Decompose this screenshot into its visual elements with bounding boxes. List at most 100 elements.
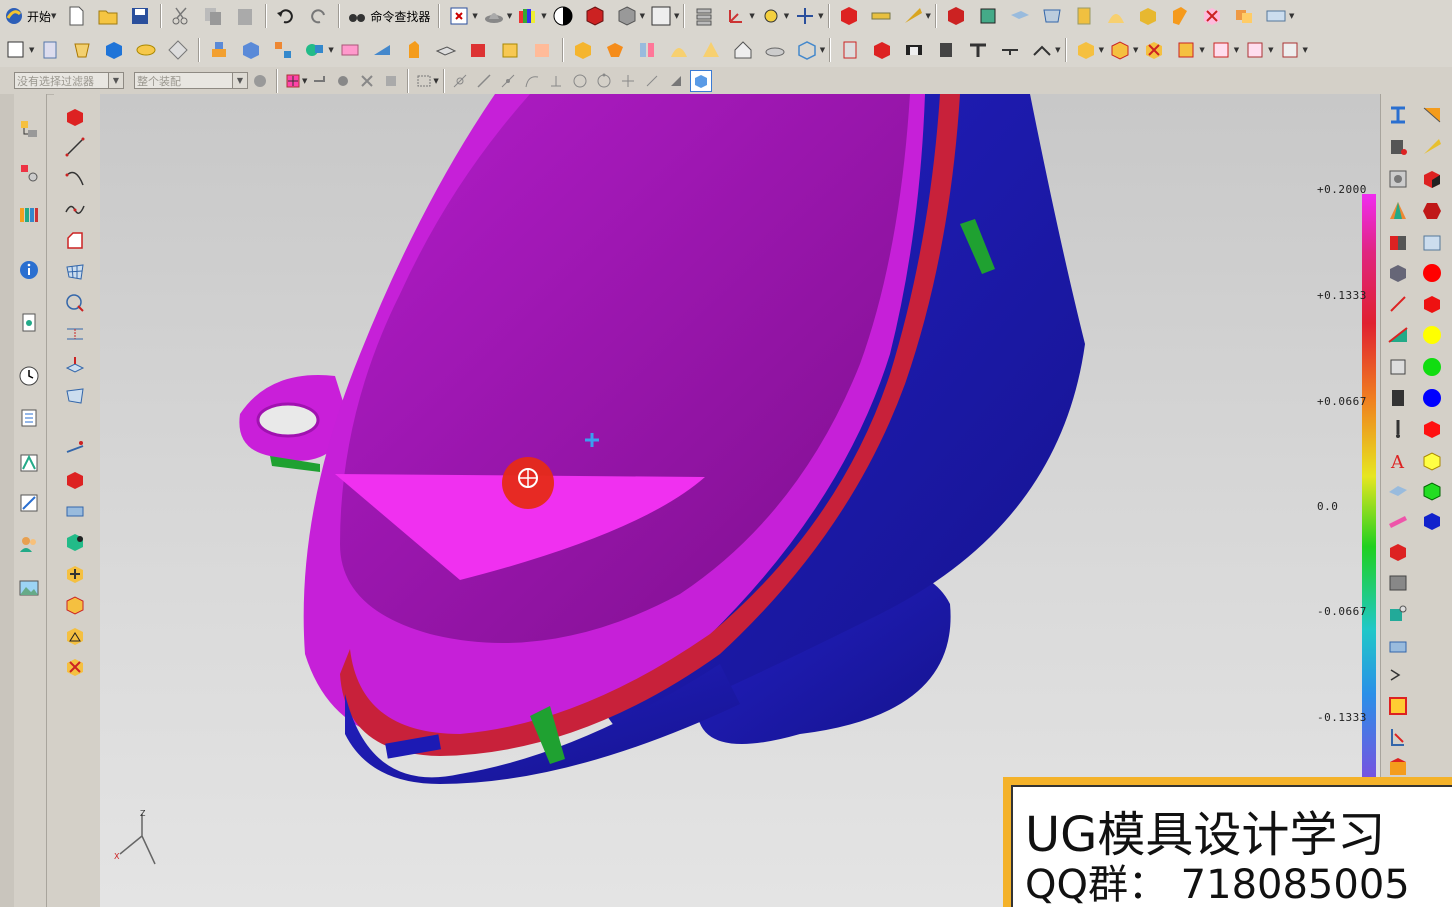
analysis-2-button[interactable] (1385, 134, 1411, 160)
tool-2-1-button[interactable] (37, 37, 63, 63)
tool-2-22-button[interactable] (730, 37, 756, 63)
cut-button[interactable] (168, 3, 194, 29)
analysis-12-button[interactable] (1385, 478, 1411, 504)
system-scenes-tab[interactable] (16, 575, 42, 601)
analysis-20-button[interactable] (1385, 724, 1411, 750)
color-yellow-cube-button[interactable] (1419, 448, 1445, 474)
assembly-navigator-tab[interactable] (16, 116, 42, 142)
tool-2-34-button[interactable] (1141, 37, 1167, 63)
analysis-10-button[interactable] (1385, 385, 1411, 411)
feature-8-button[interactable] (1167, 3, 1193, 29)
process-studio-tab[interactable] (16, 450, 42, 476)
sel-tool-3[interactable] (333, 71, 353, 91)
fit-view-button[interactable] (446, 3, 472, 29)
polygon-button[interactable] (62, 228, 88, 254)
feature-2-button[interactable] (975, 3, 1001, 29)
type-filter-select[interactable]: 没有选择过滤器 ▼ (14, 72, 124, 89)
snap-center-button[interactable] (570, 71, 590, 91)
measure-button[interactable] (868, 3, 894, 29)
tool-2-32-button[interactable] (1073, 37, 1099, 63)
tool-2-9-button[interactable] (302, 37, 328, 63)
command-finder-button[interactable]: 命令查找器 (343, 3, 434, 29)
view-1-button[interactable] (1419, 102, 1445, 128)
tool-2-30-button[interactable] (997, 37, 1023, 63)
feature-5-button[interactable] (1071, 3, 1097, 29)
sel-tool-4[interactable] (357, 71, 377, 91)
open-file-button[interactable] (95, 3, 121, 29)
analysis-17-button[interactable] (1385, 632, 1411, 658)
feature-11-button[interactable] (1263, 3, 1289, 29)
cylinder-button[interactable] (62, 498, 88, 524)
color-blue-cube-button[interactable] (1419, 508, 1445, 534)
project-curve-button[interactable] (62, 321, 88, 347)
boolean-button[interactable] (62, 529, 88, 555)
text-button[interactable]: A (1385, 448, 1411, 474)
view-2-button[interactable] (1419, 134, 1445, 160)
redo-button[interactable] (305, 3, 331, 29)
analysis-6-button[interactable] (1385, 260, 1411, 286)
tool-2-27-button[interactable] (901, 37, 927, 63)
sketch-button[interactable] (3, 37, 29, 63)
feature-1-button[interactable] (943, 3, 969, 29)
tool-2-20-button[interactable] (666, 37, 692, 63)
feature-3-button[interactable] (1007, 3, 1033, 29)
analysis-5-button[interactable] (1385, 230, 1411, 256)
rectangle-select-button[interactable] (414, 71, 434, 91)
tool-2-29-button[interactable] (965, 37, 991, 63)
tool-2-24-button[interactable] (794, 37, 820, 63)
point-button[interactable] (62, 104, 88, 130)
snap-curve-button[interactable] (522, 71, 542, 91)
tool-2-16-button[interactable] (529, 37, 555, 63)
analysis-8-button[interactable] (1385, 322, 1411, 348)
line-button[interactable] (62, 134, 88, 160)
shaded-cube-button[interactable] (582, 3, 608, 29)
snap-perp-button[interactable] (546, 71, 566, 91)
tool-2-15-button[interactable] (497, 37, 523, 63)
bridge-curve-button[interactable] (62, 383, 88, 409)
snap-quadrant-button[interactable] (594, 71, 614, 91)
color-yellow-button[interactable] (1419, 322, 1445, 348)
assembly-add-button[interactable] (62, 561, 88, 587)
analysis-15-button[interactable] (1385, 570, 1411, 596)
tool-2-28-button[interactable] (933, 37, 959, 63)
analysis-16-button[interactable] (1385, 601, 1411, 627)
tool-2-36-button[interactable] (1208, 37, 1234, 63)
selection-scope-select[interactable]: 整个装配 ▼ (134, 72, 248, 89)
general-selection-button[interactable] (250, 71, 270, 91)
assembly-new-button[interactable] (62, 592, 88, 618)
tool-2-2-button[interactable] (69, 37, 95, 63)
assembly-constraint-button[interactable] (62, 623, 88, 649)
color-green-button[interactable] (1419, 354, 1445, 380)
snap-line-button[interactable] (474, 71, 494, 91)
save-button[interactable] (127, 3, 153, 29)
offset-curve-button[interactable] (62, 290, 88, 316)
analysis-4-button[interactable] (1385, 198, 1411, 224)
tool-2-11-button[interactable] (369, 37, 395, 63)
snap-cross-button[interactable] (618, 71, 638, 91)
undo-button[interactable] (273, 3, 299, 29)
analysis-19-button[interactable] (1385, 693, 1411, 719)
tool-2-6-button[interactable] (206, 37, 232, 63)
tool-2-13-button[interactable] (433, 37, 459, 63)
tool-2-14-button[interactable] (465, 37, 491, 63)
view-5-button[interactable] (1419, 230, 1445, 256)
tool-2-7-button[interactable] (238, 37, 264, 63)
tool-2-25-button[interactable] (837, 37, 863, 63)
spline-button[interactable] (62, 196, 88, 222)
snap-slash-button[interactable] (642, 71, 662, 91)
snap-end-button[interactable] (450, 71, 470, 91)
color-green-cube-button[interactable] (1419, 478, 1445, 504)
tool-2-31-button[interactable] (1029, 37, 1055, 63)
feature-4-button[interactable] (1039, 3, 1065, 29)
tool-2-4-button[interactable] (133, 37, 159, 63)
show-and-hide-button[interactable] (689, 69, 712, 92)
analysis-3-button[interactable] (1385, 166, 1411, 192)
manufacturing-wizards-tab[interactable] (16, 490, 42, 516)
view-3-button[interactable] (1419, 166, 1445, 192)
surface-grid-button[interactable] (62, 259, 88, 285)
analysis-11-button[interactable] (1385, 416, 1411, 442)
tool-2-8-button[interactable] (270, 37, 296, 63)
feature-10-button[interactable] (1231, 3, 1257, 29)
move-button[interactable] (792, 3, 818, 29)
constraint-navigator-tab[interactable] (16, 160, 42, 186)
